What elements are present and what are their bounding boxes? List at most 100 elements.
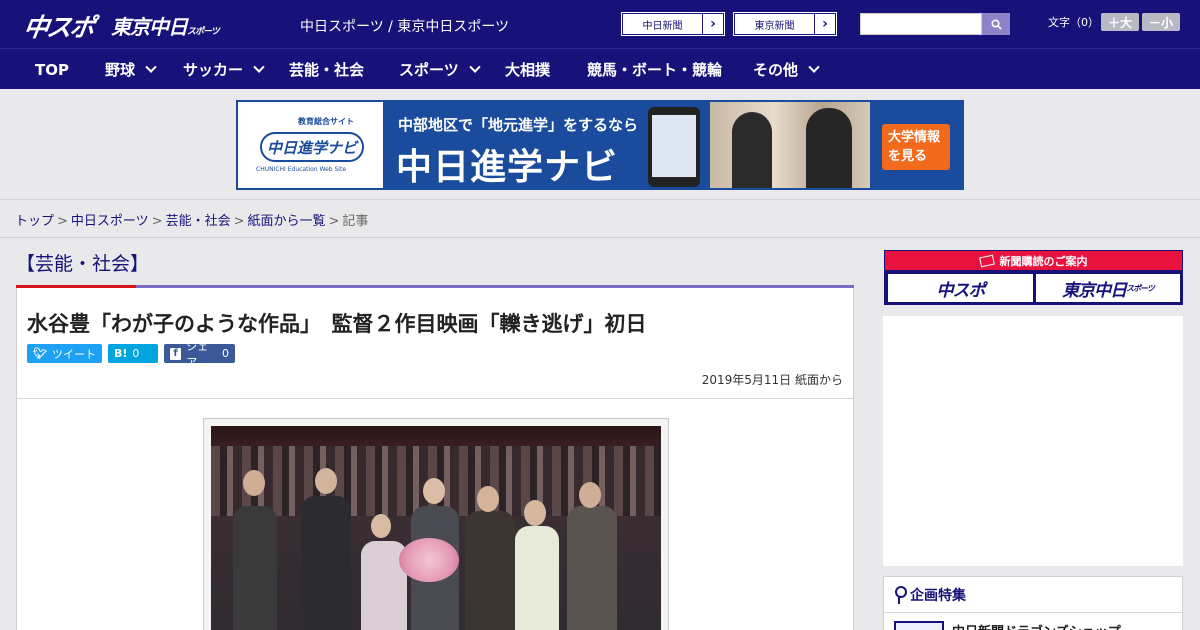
nav-label: その他 — [753, 61, 799, 79]
font-size-label: 文字（0） — [1048, 16, 1099, 29]
top-header-bar: 中スポ 東京中日スポーツ 中日スポーツ / 東京中日スポーツ 中日新聞 › 東京… — [0, 0, 1200, 48]
nav-item-sumo[interactable]: 大相撲 — [505, 49, 550, 90]
hatena-bookmark-button[interactable]: B! 0 — [108, 344, 158, 363]
feature-item[interactable]: 中日新聞ドラゴンズショップ — [884, 613, 1182, 630]
breadcrumb-link[interactable]: 芸能・社会 — [166, 214, 231, 229]
search-button[interactable] — [982, 13, 1010, 35]
nav-label: 野球 — [105, 61, 136, 79]
banner-tagline: 中部地区で「地元進学」をするなら — [398, 116, 639, 134]
newspaper-icon — [978, 254, 995, 267]
chevron-down-icon — [253, 61, 265, 73]
nav-item-sports[interactable]: スポーツ — [399, 49, 481, 90]
banner-logo-sub: CHUNICHI Education Web Site — [256, 166, 347, 173]
person-head — [579, 482, 601, 508]
font-increase-button[interactable]: ＋大 — [1101, 13, 1139, 31]
article-box: 水谷豊「わが子のような作品」 監督２作目映画「轢き逃げ」初日 🐦︎ ツイート B!… — [16, 288, 854, 630]
breadcrumb: トップ > 中日スポーツ > 芸能・社会 > 紙面から一覧 > 記事 — [0, 200, 1200, 238]
tokyo-logo-sub: スポーツ — [187, 27, 220, 37]
subscription-box: 新聞購読のご案内 中スポ 東京中日 スポーツ — [884, 250, 1183, 305]
person-head — [243, 470, 265, 496]
main-nav: TOP 野球 サッカー 芸能・社会 スポーツ 大相撲 競馬・ボート・競輪 その他 — [0, 48, 1200, 89]
facebook-share-button[interactable]: f シェア 0 — [164, 340, 235, 369]
site-name: 中日スポーツ / 東京中日スポーツ — [300, 19, 510, 35]
nav-label: 競馬・ボート・競輪 — [587, 61, 723, 79]
twitter-icon: 🐦︎ — [33, 347, 47, 360]
breadcrumb-current: 記事 — [342, 214, 369, 229]
breadcrumb-link[interactable]: トップ — [15, 214, 54, 229]
nav-label: サッカー — [183, 61, 244, 79]
hatena-icon: B! — [114, 347, 128, 360]
feature-box: 企画特集 中日新聞ドラゴンズショップ — [883, 576, 1183, 630]
nav-label: 大相撲 — [505, 61, 551, 79]
person-head — [423, 478, 445, 504]
breadcrumb-separator: > — [57, 214, 68, 229]
chevron-down-icon — [145, 61, 157, 73]
breadcrumb-link[interactable]: 中日スポーツ — [71, 214, 149, 229]
tokyo-chunichi-logo[interactable]: 東京中日スポーツ — [111, 11, 220, 40]
search-input[interactable] — [860, 13, 982, 35]
nav-label: TOP — [35, 60, 69, 79]
chunichi-shimbun-label: 中日新聞 — [623, 14, 703, 34]
banner-area: 教育総合サイト 中日進学ナビ CHUNICHI Education Web Si… — [0, 89, 1200, 200]
nav-item-entertainment[interactable]: 芸能・社会 — [289, 49, 364, 90]
hatena-count: 0 — [132, 347, 140, 360]
subscribe-chuspo-link[interactable]: 中スポ — [888, 274, 1033, 302]
sidebar-ad-slot[interactable] — [883, 316, 1183, 566]
subscribe-tokyo-label: 東京中日 — [1062, 280, 1127, 301]
breadcrumb-separator: > — [328, 214, 340, 229]
article-photo-frame — [203, 418, 669, 630]
facebook-icon: f — [170, 347, 182, 360]
flower-bouquet — [399, 538, 459, 582]
person-figure — [567, 506, 617, 630]
subscribe-tokyo-link[interactable]: 東京中日 スポーツ — [1036, 274, 1180, 302]
nav-item-top[interactable]: TOP — [35, 49, 69, 90]
person-figure — [301, 496, 351, 630]
chevron-down-icon — [469, 61, 481, 73]
banner-logo-text: 中日進学ナビ — [260, 132, 364, 162]
person-figure — [233, 506, 277, 630]
banner-title: 中日進学ナビ — [396, 147, 619, 188]
search-icon — [990, 18, 1002, 30]
tweet-button[interactable]: 🐦︎ ツイート — [27, 344, 102, 363]
subscribe-tokyo-sub: スポーツ — [1126, 283, 1155, 293]
nav-item-soccer[interactable]: サッカー — [183, 49, 265, 90]
breadcrumb-separator: > — [151, 214, 163, 229]
subscription-title: 新聞購読のご案内 — [999, 254, 1088, 268]
person-figure — [465, 511, 515, 630]
subscribe-chuspo-label: 中スポ — [936, 280, 986, 301]
tokyo-logo-text: 東京中日 — [111, 15, 188, 39]
banner-cta[interactable]: 大学情報を見る — [882, 124, 950, 170]
phone-image — [648, 107, 700, 187]
nav-label: スポーツ — [399, 61, 459, 79]
subscription-header: 新聞購読のご案内 — [885, 251, 1182, 270]
chuspo-logo[interactable]: 中スポ — [21, 8, 95, 44]
students-photo — [710, 102, 870, 188]
nav-item-other[interactable]: その他 — [753, 49, 820, 90]
person-figure — [515, 526, 559, 630]
person-head — [371, 514, 391, 538]
nav-item-baseball[interactable]: 野球 — [105, 49, 157, 90]
breadcrumb-separator: > — [233, 214, 245, 229]
ad-banner[interactable]: 教育総合サイト 中日進学ナビ CHUNICHI Education Web Si… — [236, 100, 964, 190]
breadcrumb-link[interactable]: 紙面から一覧 — [248, 214, 326, 229]
feature-item-title: 中日新聞ドラゴンズショップ — [952, 621, 1121, 630]
font-decrease-button[interactable]: －小 — [1142, 13, 1180, 31]
banner-logo: 教育総合サイト 中日進学ナビ CHUNICHI Education Web Si… — [238, 102, 383, 188]
person-head — [524, 500, 546, 526]
chevron-right-icon: › — [822, 16, 828, 32]
facebook-count: 0 — [222, 347, 229, 360]
chunichi-shimbun-link[interactable]: 中日新聞 › — [621, 12, 725, 36]
tweet-label: ツイート — [51, 347, 96, 361]
tokyo-shimbun-link[interactable]: 東京新聞 › — [733, 12, 837, 36]
tokyo-shimbun-label: 東京新聞 — [735, 14, 815, 34]
person-head — [477, 486, 499, 512]
chevron-down-icon — [808, 61, 820, 73]
feature-thumbnail — [894, 621, 944, 630]
nav-item-racing[interactable]: 競馬・ボート・競輪 — [587, 49, 722, 90]
facebook-label: シェア — [186, 339, 209, 369]
article-date: 2019年5月11日 紙面から — [701, 373, 843, 387]
article-headline: 水谷豊「わが子のような作品」 監督２作目映画「轢き逃げ」初日 — [27, 312, 647, 336]
feature-title: 企画特集 — [910, 587, 966, 604]
article-photo[interactable] — [211, 426, 661, 630]
feature-header: 企画特集 — [884, 577, 1182, 613]
